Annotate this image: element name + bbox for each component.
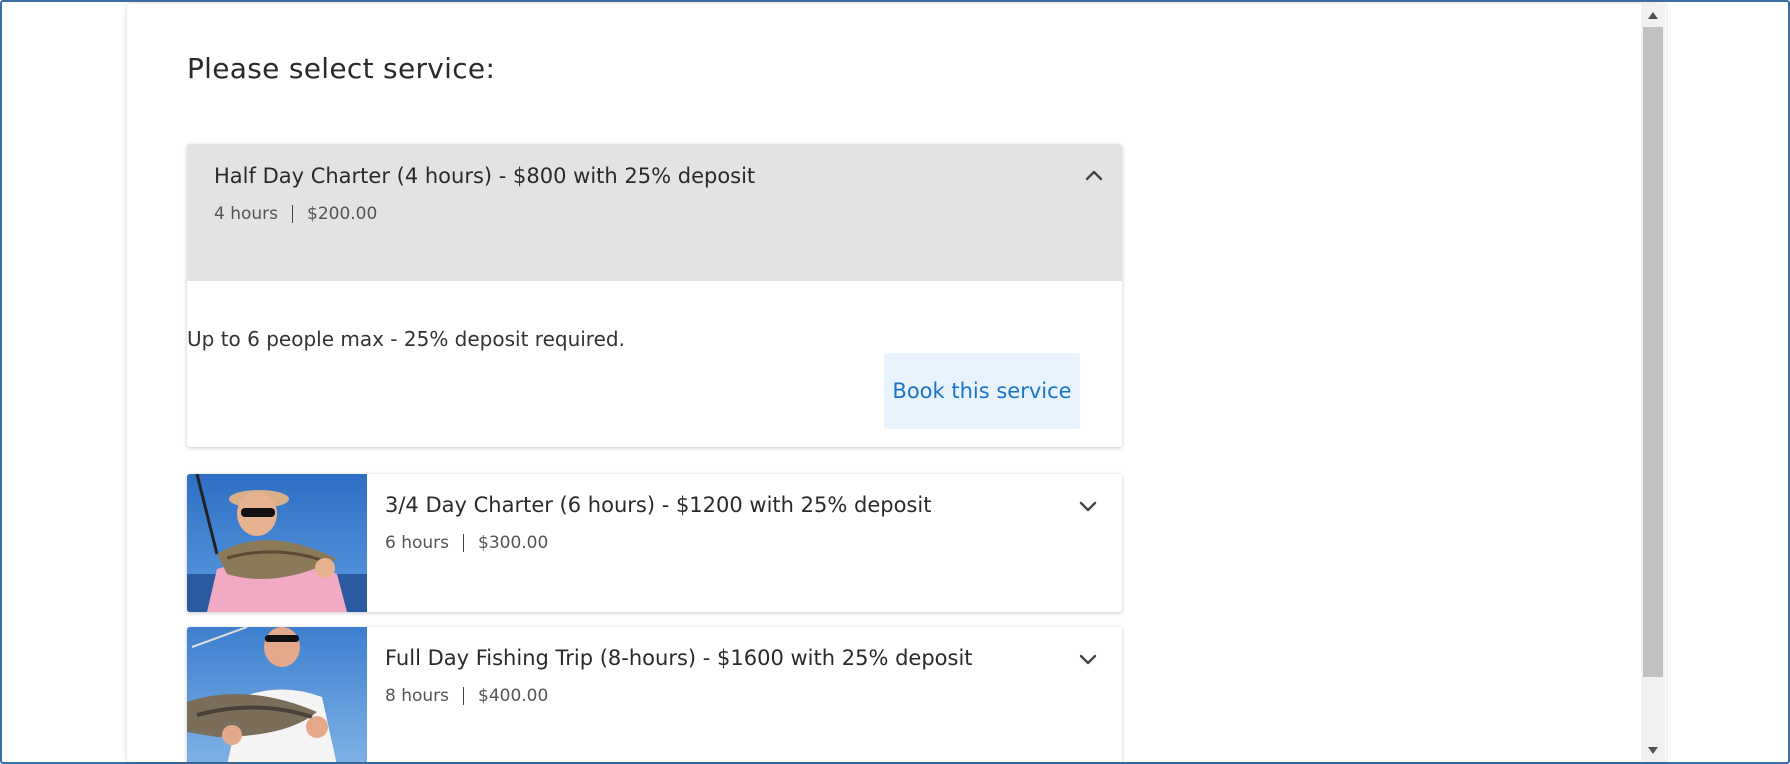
scroll-up-arrow-icon[interactable] xyxy=(1648,12,1658,19)
service-duration: 8 hours xyxy=(385,686,450,706)
service-card-three-quarter-day[interactable]: 3/4 Day Charter (6 hours) - $1200 with 2… xyxy=(187,474,1122,612)
booking-panel: Please select service: Half Day Charter … xyxy=(127,4,1666,762)
meta-divider xyxy=(463,534,465,552)
chevron-down-icon[interactable] xyxy=(1078,496,1098,516)
service-price: $200.00 xyxy=(307,204,378,224)
service-meta: 8 hours $400.00 xyxy=(385,686,548,706)
service-title: Half Day Charter (4 hours) - $800 with 2… xyxy=(214,164,756,188)
scroll-down-arrow-icon[interactable] xyxy=(1648,747,1658,754)
service-meta: 6 hours $300.00 xyxy=(385,533,548,553)
service-description: Up to 6 people max - 25% deposit require… xyxy=(187,327,625,351)
service-card-full-day[interactable]: Full Day Fishing Trip (8-hours) - $1600 … xyxy=(187,627,1122,762)
service-title: 3/4 Day Charter (6 hours) - $1200 with 2… xyxy=(385,493,932,517)
scrollbar-thumb[interactable] xyxy=(1643,27,1663,677)
service-price: $400.00 xyxy=(478,686,549,706)
vertical-scrollbar[interactable] xyxy=(1641,4,1665,762)
chevron-up-icon[interactable] xyxy=(1084,166,1104,186)
service-meta: 4 hours $200.00 xyxy=(214,204,377,224)
service-card-half-day: Half Day Charter (4 hours) - $800 with 2… xyxy=(187,144,1122,447)
service-duration: 4 hours xyxy=(214,204,279,224)
service-title: Full Day Fishing Trip (8-hours) - $1600 … xyxy=(385,646,973,670)
meta-divider xyxy=(463,687,465,705)
woman-holding-fish-photo xyxy=(187,474,367,612)
service-card-header[interactable]: Half Day Charter (4 hours) - $800 with 2… xyxy=(187,144,1122,281)
service-price: $300.00 xyxy=(478,533,549,553)
service-duration: 6 hours xyxy=(385,533,450,553)
chevron-down-icon[interactable] xyxy=(1078,649,1098,669)
page-title: Please select service: xyxy=(187,52,496,85)
man-holding-fish-photo xyxy=(187,627,367,762)
book-service-button[interactable]: Book this service xyxy=(884,353,1080,429)
meta-divider xyxy=(292,205,294,223)
